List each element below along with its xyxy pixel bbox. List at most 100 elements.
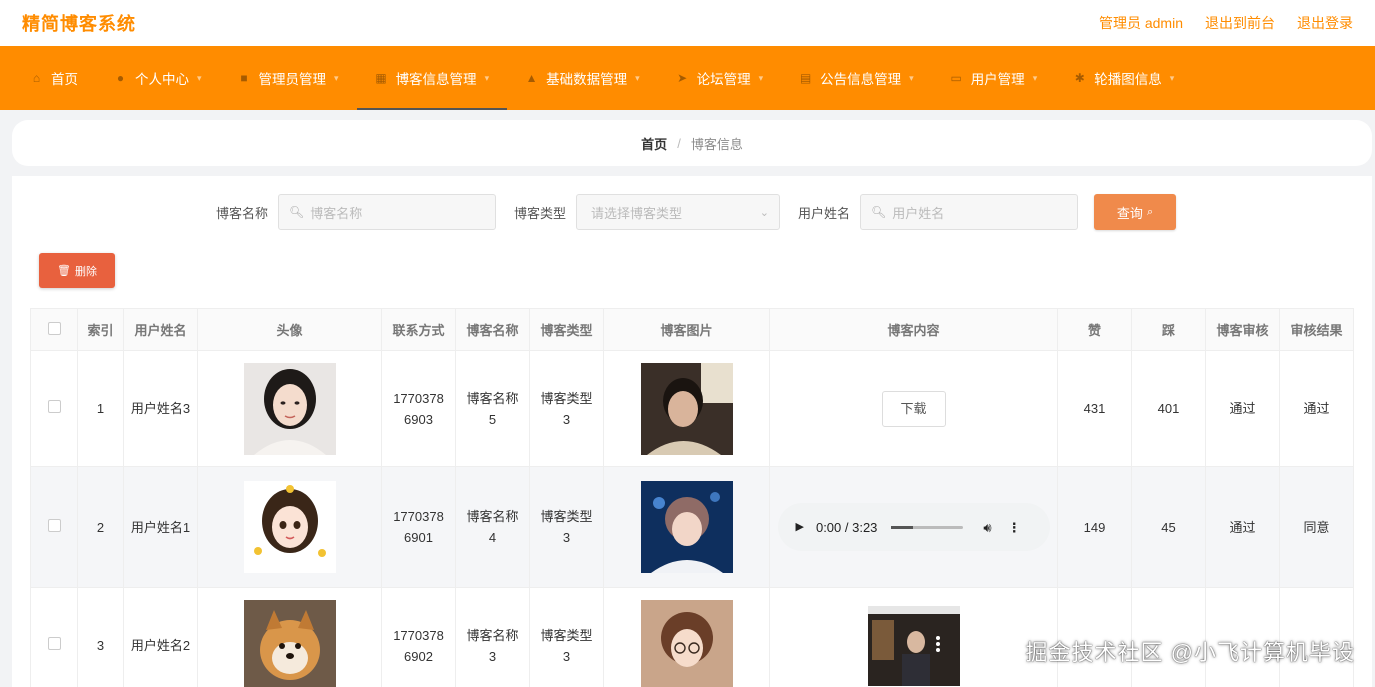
nav-label: 论坛管理	[696, 72, 751, 87]
chevron-down-icon: ▾	[197, 72, 202, 83]
blog-name-input[interactable]: 🔍︎ 博客名称	[277, 194, 496, 230]
blog-content-cell: ▶ 0:00 / 3:23 🔊︎ ⋮	[769, 466, 1058, 588]
nav-label: 基础数据管理	[546, 72, 628, 87]
user-name-placeholder: 用户姓名	[892, 205, 945, 221]
blog-name-cell: 博客名称3	[455, 587, 530, 687]
blog-type-cell: 博客类型3	[529, 587, 604, 687]
row-checkbox[interactable]	[47, 637, 61, 650]
brand-title: 精简博客系统	[22, 14, 136, 34]
nav-basic-data-management[interactable]: ▲ 基础数据管理 ▾	[507, 46, 658, 110]
trash-icon: 🗑︎	[57, 265, 71, 277]
result-cell: 同意	[1279, 466, 1354, 588]
breadcrumb: 首页 / 博客信息	[12, 120, 1372, 166]
query-button[interactable]: 查询 ⌕	[1094, 194, 1177, 230]
search-form: 博客名称 🔍︎ 博客名称 博客类型 请选择博客类型 ⌄ 用户姓名 🔍︎ 用户姓名…	[12, 194, 1372, 230]
nav-label: 轮播图信息	[1094, 72, 1162, 87]
search-icon: 🔍︎	[288, 205, 305, 219]
nav-label: 博客信息管理	[395, 72, 477, 87]
chevron-down-icon: ▾	[635, 72, 640, 83]
search-icon: ⌕	[1146, 205, 1154, 218]
blog-type-select[interactable]: 请选择博客类型 ⌄	[576, 194, 780, 230]
column-header: 索引	[77, 308, 124, 351]
nav-notice-management[interactable]: ▤ 公告信息管理 ▾	[781, 46, 932, 110]
user-name-label: 用户姓名	[798, 205, 851, 221]
row-select-cell[interactable]	[30, 587, 78, 687]
nav-blog-info-management[interactable]: ▦ 博客信息管理 ▾	[356, 46, 508, 110]
user-name-input[interactable]: 🔍︎ 用户姓名	[860, 194, 1079, 230]
more-icon[interactable]: ⋮	[1008, 517, 1021, 538]
row-select-cell[interactable]	[30, 350, 78, 467]
blog-image	[640, 481, 733, 573]
index-cell: 3	[77, 587, 124, 687]
column-header: 赞	[1057, 308, 1132, 351]
chevron-down-icon: ▾	[909, 72, 914, 83]
dislikes-cell: 401	[1131, 350, 1206, 467]
audio-player[interactable]: ▶ 0:00 / 3:23 🔊︎ ⋮	[777, 503, 1050, 551]
top-links: 管理员 admin 退出到前台 退出登录	[1099, 13, 1353, 33]
blog-name-cell: 博客名称4	[455, 466, 530, 588]
nav-forum-management[interactable]: ➤ 论坛管理 ▾	[658, 46, 782, 110]
column-header: 头像	[197, 308, 382, 351]
blog-type-cell: 博客类型3	[529, 466, 604, 588]
blog-type-cell: 博客类型3	[529, 350, 604, 467]
chevron-down-icon: ▾	[484, 72, 490, 83]
blog-image-cell	[603, 350, 770, 467]
user-cell: 用户姓名2	[123, 587, 198, 687]
home-icon: ⌂	[32, 70, 41, 85]
nav-carousel-info[interactable]: ✱ 轮播图信息 ▾	[1055, 46, 1192, 110]
likes-cell: 431	[1057, 350, 1132, 467]
nav-admin-management[interactable]: ■ 管理员管理 ▾	[220, 46, 357, 110]
search-icon: 🔍︎	[871, 205, 887, 219]
likes-cell: 149	[1057, 466, 1132, 588]
select-all-cell[interactable]	[30, 308, 78, 351]
nav-user-management[interactable]: ▭ 用户管理 ▾	[932, 46, 1056, 110]
nav-home[interactable]: ⌂ 首页	[12, 46, 96, 110]
delete-button[interactable]: 🗑︎ 删除	[39, 253, 115, 288]
audio-progress-bar[interactable]	[891, 525, 964, 529]
chevron-down-icon: ▾	[334, 72, 339, 83]
admin-label[interactable]: 管理员 admin	[1099, 13, 1183, 33]
blog-image-cell	[603, 466, 770, 588]
nav-label: 公告信息管理	[820, 72, 902, 87]
table-row: 1 用户姓名3 17703786903 博客名称5 博客类型3 下载 431 4…	[30, 350, 1354, 467]
nav-label: 个人中心	[135, 72, 189, 87]
chevron-down-icon: ▾	[1032, 72, 1038, 83]
nav-personal-center[interactable]: ● 个人中心 ▾	[96, 46, 220, 110]
logout-link[interactable]: 退出登录	[1297, 13, 1353, 33]
row-checkbox[interactable]	[47, 518, 61, 532]
avatar-image	[243, 481, 336, 573]
avatar-image	[243, 362, 336, 455]
play-icon[interactable]: ▶	[796, 517, 804, 538]
settings-icon: ✱	[1074, 70, 1085, 85]
blog-type-placeholder: 请选择博客类型	[591, 205, 683, 221]
blog-type-label: 博客类型	[513, 205, 566, 221]
exit-to-front-link[interactable]: 退出到前台	[1205, 13, 1275, 33]
audio-time: 0:00 / 3:23	[815, 519, 878, 535]
volume-icon[interactable]: 🔊︎	[983, 517, 991, 538]
column-header: 踩	[1131, 308, 1206, 351]
download-button[interactable]: 下载	[881, 390, 946, 427]
review-cell: 通过	[1205, 466, 1280, 588]
row-checkbox[interactable]	[47, 400, 61, 413]
chevron-down-icon: ▾	[1169, 72, 1175, 83]
breadcrumb-home[interactable]: 首页	[641, 134, 667, 153]
nav-label: 首页	[51, 72, 78, 87]
delete-label: 删除	[74, 265, 97, 278]
document-icon: ▤	[799, 70, 812, 85]
send-icon: ➤	[677, 70, 688, 85]
nav-label: 管理员管理	[258, 72, 327, 87]
user-cell: 用户姓名1	[123, 466, 198, 588]
avatar-cell	[197, 350, 382, 467]
blog-name-placeholder: 博客名称	[310, 205, 363, 221]
nav-label: 用户管理	[970, 72, 1025, 87]
column-header: 用户姓名	[123, 308, 198, 351]
index-cell: 1	[77, 350, 124, 467]
content-card: 博客名称 🔍︎ 博客名称 博客类型 请选择博客类型 ⌄ 用户姓名 🔍︎ 用户姓名…	[12, 176, 1372, 687]
top-header: 精简博客系统 管理员 admin 退出到前台 退出登录	[0, 0, 1375, 46]
phone-cell: 17703786902	[381, 587, 456, 687]
row-select-cell[interactable]	[30, 466, 78, 588]
video-player[interactable]	[867, 605, 960, 686]
select-all-checkbox[interactable]	[47, 321, 61, 335]
phone-cell: 17703786903	[381, 350, 456, 467]
blog-name-cell: 博客名称5	[455, 350, 530, 467]
